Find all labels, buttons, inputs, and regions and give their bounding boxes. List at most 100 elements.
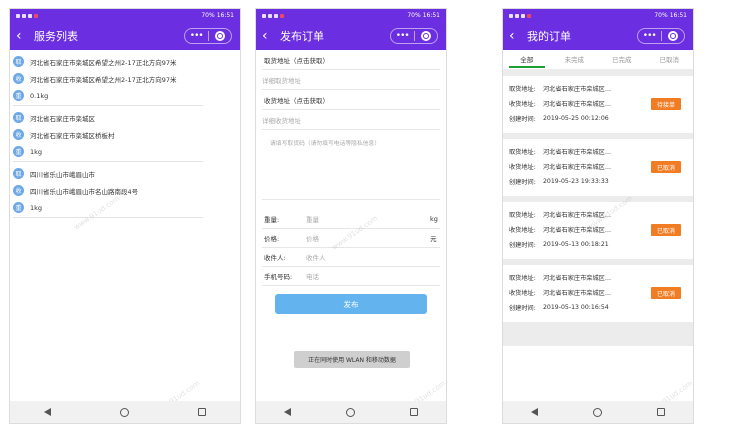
nav-bar: ‹ 发布订单 ••• bbox=[256, 22, 446, 50]
pickup-badge: 取 bbox=[13, 56, 24, 67]
weight-input[interactable]: 重量 bbox=[306, 214, 430, 224]
signal-icon bbox=[515, 13, 519, 18]
clock: 16:51 bbox=[422, 12, 440, 19]
created-time: 2019-05-13 00:16:54 bbox=[543, 304, 609, 311]
back-icon[interactable]: ‹ bbox=[262, 29, 276, 43]
notification-icon bbox=[34, 13, 38, 18]
order-list: 取货地址: 河北省石家庄市栾城区… 收货地址: 河北省石家庄市栾城区… 创建时间: 2… bbox=[503, 70, 693, 346]
more-icon[interactable]: ••• bbox=[391, 29, 414, 43]
created-time: 2019-05-25 00:12:06 bbox=[543, 115, 609, 122]
weight-badge: 重 bbox=[13, 202, 24, 213]
weight-value: 1kg bbox=[30, 203, 43, 212]
page-title: 我的订单 bbox=[527, 30, 571, 43]
service-item[interactable]: 取四川省乐山市峨眉山市 收四川省乐山市峨眉山市名山路南段4号 重 1kg bbox=[13, 165, 203, 218]
tab-all[interactable]: 全部 bbox=[503, 50, 551, 69]
service-list: 取河北省石家庄市栾城区希望之州2-17正北方向97米 收河北省石家庄市栾城区希望… bbox=[10, 50, 240, 218]
battery-level: 70% bbox=[654, 12, 668, 19]
system-toast: 正在同时使用 WLAN 和移动数据 bbox=[294, 351, 410, 368]
status-badge: 已取消 bbox=[651, 287, 681, 299]
service-item[interactable]: 取河北省石家庄市栾城区 收河北省石家庄市栾城区桥板村 重 1kg bbox=[13, 109, 203, 162]
tab-incomplete[interactable]: 未完成 bbox=[551, 50, 599, 69]
system-nav-bar bbox=[256, 401, 446, 423]
status-bar: 70% 16:51 bbox=[10, 9, 240, 22]
status-badge: 待接单 bbox=[651, 98, 681, 110]
weight-field[interactable]: 重量: 重量 kg bbox=[262, 210, 440, 229]
delivery-address: 四川省乐山市峨眉山市名山路南段4号 bbox=[30, 187, 139, 196]
system-nav-bar bbox=[10, 401, 240, 423]
system-home-icon[interactable] bbox=[119, 407, 129, 417]
weight-badge: 重 bbox=[13, 90, 24, 101]
system-home-icon[interactable] bbox=[345, 407, 355, 417]
price-input[interactable]: 价格 bbox=[306, 233, 430, 243]
receiver-input[interactable]: 收件人 bbox=[306, 252, 440, 262]
phone-publish-order: 70% 16:51 ‹ 发布订单 ••• 取货地址（点击获取） 详细取货地址 收货… bbox=[255, 8, 447, 424]
delivery-address: 河北省石家庄市栾城区希望之州2-17正北方向97米 bbox=[30, 75, 177, 84]
created-time: 2019-05-23 19:33:33 bbox=[543, 178, 609, 185]
order-card[interactable]: 取货地址: 河北省石家庄市栾城区… 收货地址: 河北省石家庄市栾城区… 创建时间: 2… bbox=[503, 76, 693, 133]
pickup-address: 河北省石家庄市栾城区希望之州2-17正北方向97米 bbox=[30, 58, 177, 67]
system-recent-icon[interactable] bbox=[410, 408, 419, 416]
clock: 16:51 bbox=[669, 12, 687, 19]
back-icon[interactable]: ‹ bbox=[509, 29, 523, 43]
pickup-address: 河北省石家庄市栾城区… bbox=[543, 149, 612, 156]
delivery-detail-input[interactable]: 详细收货地址 bbox=[262, 110, 440, 130]
delivery-badge: 收 bbox=[13, 73, 24, 84]
mini-program-capsule: ••• bbox=[637, 28, 685, 44]
system-home-icon[interactable] bbox=[592, 407, 602, 417]
order-card[interactable]: 取货地址: 河北省石家庄市栾城区… 收货地址: 河北省石家庄市栾城区… 创建时间: 2… bbox=[503, 202, 693, 259]
service-item[interactable]: 取河北省石家庄市栾城区希望之州2-17正北方向97米 收河北省石家庄市栾城区希望… bbox=[13, 53, 203, 106]
order-tabs: 全部 未完成 已完成 已取消 bbox=[503, 50, 693, 70]
status-bar: 70% 16:51 bbox=[503, 9, 693, 22]
delivery-address: 河北省石家庄市栾城区… bbox=[543, 101, 612, 108]
system-back-icon[interactable] bbox=[283, 408, 291, 416]
system-back-icon[interactable] bbox=[44, 408, 52, 416]
mini-program-capsule: ••• bbox=[390, 28, 438, 44]
pickup-address-picker[interactable]: 取货地址（点击获取） bbox=[262, 50, 440, 70]
back-icon[interactable]: ‹ bbox=[16, 29, 30, 43]
wifi-icon bbox=[274, 13, 278, 18]
delivery-badge: 收 bbox=[13, 185, 24, 196]
more-icon[interactable]: ••• bbox=[185, 29, 208, 43]
tab-cancelled[interactable]: 已取消 bbox=[646, 50, 694, 69]
system-recent-icon[interactable] bbox=[197, 408, 206, 416]
wifi-icon bbox=[28, 13, 32, 18]
pickup-badge: 取 bbox=[13, 112, 24, 123]
close-icon[interactable] bbox=[209, 31, 232, 41]
system-back-icon[interactable] bbox=[530, 408, 538, 416]
signal-icon bbox=[22, 13, 26, 18]
price-field[interactable]: 价格: 价格元 bbox=[262, 229, 440, 248]
delivery-badge: 收 bbox=[13, 129, 24, 140]
system-nav-bar bbox=[503, 401, 693, 423]
receiver-field[interactable]: 收件人: 收件人 bbox=[262, 248, 440, 267]
mini-program-capsule: ••• bbox=[184, 28, 232, 44]
order-card[interactable]: 取货地址: 河北省石家庄市栾城区… 收货地址: 河北省石家庄市栾城区… 创建时间: 2… bbox=[503, 265, 693, 322]
tab-completed[interactable]: 已完成 bbox=[598, 50, 646, 69]
nav-bar: ‹ 我的订单 ••• bbox=[503, 22, 693, 50]
battery-level: 70% bbox=[201, 12, 215, 19]
pickup-detail-input[interactable]: 详细取货地址 bbox=[262, 70, 440, 90]
weight-value: 1kg bbox=[30, 147, 43, 156]
page-title: 服务列表 bbox=[34, 30, 78, 43]
created-time: 2019-05-13 00:18:21 bbox=[543, 241, 609, 248]
close-icon[interactable] bbox=[662, 31, 685, 41]
publish-button[interactable]: 发布 bbox=[275, 294, 427, 314]
delivery-address: 河北省石家庄市栾城区… bbox=[543, 290, 612, 297]
pickup-address: 河北省石家庄市栾城区… bbox=[543, 212, 612, 219]
order-card[interactable]: 取货地址: 河北省石家庄市栾城区… 收货地址: 河北省石家庄市栾城区… 创建时间: 2… bbox=[503, 139, 693, 196]
more-icon[interactable]: ••• bbox=[638, 29, 661, 43]
phone-input[interactable]: 电话 bbox=[306, 271, 440, 281]
delivery-address-picker[interactable]: 收货地址（点击获取） bbox=[262, 90, 440, 110]
system-recent-icon[interactable] bbox=[657, 408, 666, 416]
page-title: 发布订单 bbox=[280, 30, 324, 43]
nav-bar: ‹ 服务列表 ••• bbox=[10, 22, 240, 50]
close-icon[interactable] bbox=[415, 31, 438, 41]
signal-icon bbox=[268, 13, 272, 18]
status-badge: 已取消 bbox=[651, 224, 681, 236]
pickup-address: 四川省乐山市峨眉山市 bbox=[30, 170, 95, 179]
phone-field[interactable]: 手机号码: 电话 bbox=[262, 267, 440, 286]
status-badge: 已取消 bbox=[651, 161, 681, 173]
pickup-code-textarea[interactable]: 请填写取货码（请勿填写电话等隐私信息） bbox=[262, 130, 440, 200]
weight-badge: 重 bbox=[13, 146, 24, 157]
phone-service-list: 70% 16:51 ‹ 服务列表 ••• 取河北省石家庄市栾城区希望之州2-17正… bbox=[9, 8, 241, 424]
pickup-address: 河北省石家庄市栾城区 bbox=[30, 114, 95, 123]
